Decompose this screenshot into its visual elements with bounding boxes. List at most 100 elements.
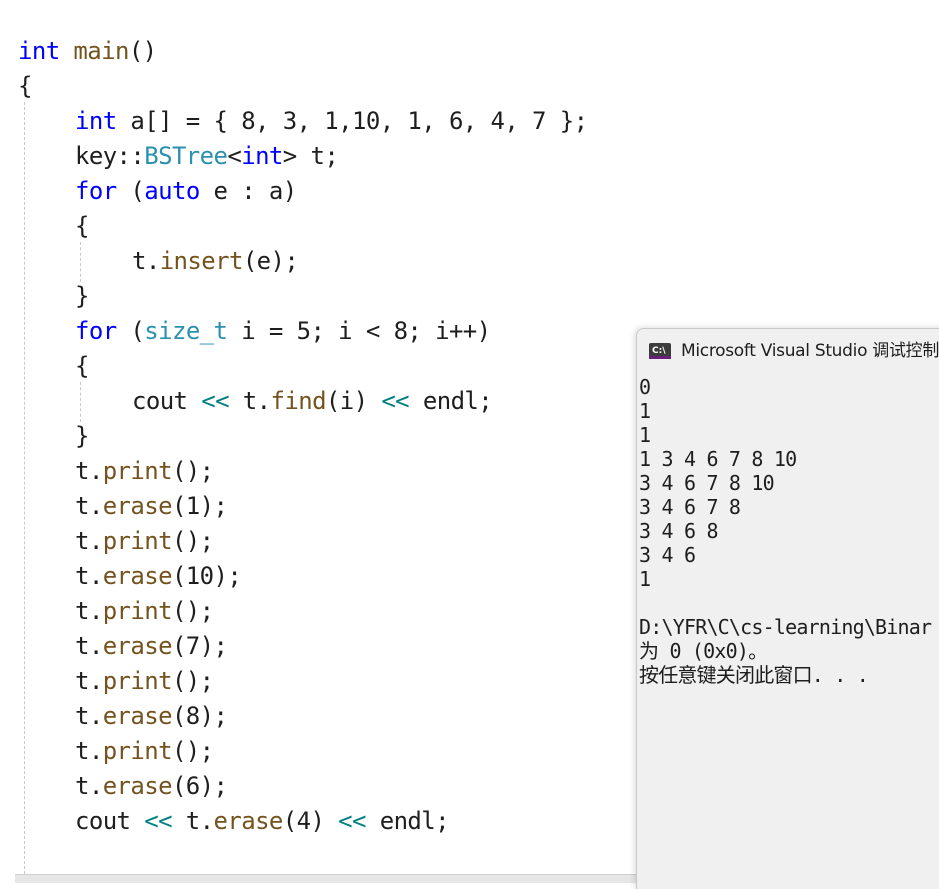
code-token: (1); — [171, 492, 228, 520]
code-token: < — [227, 142, 242, 170]
code-line[interactable]: for (auto e : a) — [75, 174, 297, 209]
code-token: > t; — [282, 142, 339, 170]
code-token: find — [270, 387, 327, 415]
code-token: endl; — [365, 807, 450, 835]
code-token: (i) — [325, 387, 382, 415]
code-token: { — [75, 352, 89, 380]
code-line[interactable]: cout << t.find(i) << endl; — [132, 384, 493, 419]
code-token: int — [75, 107, 117, 135]
code-token: } — [75, 422, 89, 450]
code-token: size_t — [144, 317, 228, 345]
code-line[interactable]: int a[] = { 8, 3, 1,10, 1, 6, 4, 7 }; — [75, 104, 588, 139]
code-token: erase — [102, 562, 173, 590]
code-token: print — [102, 527, 173, 555]
code-token: auto — [144, 177, 200, 205]
code-token: erase — [102, 772, 173, 800]
indent-guide — [80, 242, 81, 282]
code-token: t. — [75, 562, 103, 590]
code-token: t. — [75, 597, 103, 625]
code-token: erase — [102, 702, 173, 730]
code-token: t. — [75, 702, 103, 730]
code-line[interactable]: cout << t.erase(4) << endl; — [75, 804, 450, 839]
code-token: << — [381, 387, 410, 415]
code-token: BSTree — [144, 142, 228, 170]
code-token: t. — [75, 737, 103, 765]
code-token: erase — [102, 632, 173, 660]
console-output-line: 按任意键关闭此窗口. . . — [639, 663, 869, 687]
code-token: (); — [171, 457, 214, 485]
code-token: main — [73, 37, 129, 65]
code-token: (); — [171, 667, 214, 695]
code-token: int — [18, 37, 60, 65]
code-token: int — [241, 142, 283, 170]
code-token: e : a) — [199, 177, 298, 205]
code-token: for — [75, 317, 117, 345]
console-output-line: 3 4 6 7 8 — [639, 495, 741, 519]
code-line[interactable]: t.erase(1); — [75, 489, 228, 524]
code-token: t. — [171, 807, 214, 835]
console-output-line: D:\YFR\C\cs-learning\Binar — [639, 615, 932, 639]
console-app-icon-label: C:\ — [652, 346, 666, 356]
code-token: () — [128, 37, 157, 65]
code-token: cout — [75, 807, 145, 835]
debug-console-window[interactable]: C:\ Microsoft Visual Studio 调试控制 0111 3 … — [636, 328, 939, 889]
code-token: a[] = { 8, 3, 1,10, 1, 6, 4, 7 }; — [116, 107, 588, 135]
code-token: (e); — [242, 247, 299, 275]
code-line[interactable]: t.print(); — [75, 594, 214, 629]
code-line[interactable]: t.erase(6); — [75, 769, 228, 804]
code-token: (10); — [171, 562, 242, 590]
console-output-line: 1 3 4 6 7 8 10 — [639, 447, 797, 471]
code-token: { — [18, 72, 32, 100]
code-token: t. — [228, 387, 271, 415]
code-token: insert — [159, 247, 244, 275]
code-line[interactable]: t.print(); — [75, 664, 214, 699]
code-token: << — [144, 807, 172, 835]
code-token: print — [102, 457, 173, 485]
console-output-line: 1 — [639, 423, 651, 447]
code-token: (6); — [171, 772, 228, 800]
code-token: i = 5; i < 8; i++) — [227, 317, 491, 345]
code-token: t. — [75, 632, 103, 660]
code-line[interactable]: t.print(); — [75, 524, 214, 559]
code-line[interactable]: { — [18, 69, 32, 104]
code-line[interactable]: } — [75, 419, 89, 454]
code-token: t. — [75, 492, 103, 520]
code-line[interactable]: } — [75, 279, 89, 314]
code-line[interactable]: t.print(); — [75, 454, 214, 489]
code-token: (7); — [171, 632, 228, 660]
code-line[interactable]: int main() — [18, 34, 157, 69]
code-token: erase — [213, 807, 284, 835]
code-line[interactable]: t.insert(e); — [132, 244, 299, 279]
console-output-line: 1 — [639, 567, 651, 591]
code-token: t. — [75, 527, 103, 555]
code-line[interactable]: t.erase(10); — [75, 559, 242, 594]
code-token: (); — [171, 527, 214, 555]
code-token: << — [338, 807, 366, 835]
code-line[interactable]: t.erase(7); — [75, 629, 228, 664]
code-token: t. — [132, 247, 160, 275]
code-line[interactable]: key::BSTree<int> t; — [75, 139, 339, 174]
console-output-line: 1 — [639, 399, 651, 423]
code-token: } — [75, 282, 89, 310]
code-line[interactable]: t.print(); — [75, 734, 214, 769]
code-token: (); — [171, 597, 214, 625]
code-token: print — [102, 597, 173, 625]
code-line[interactable]: { — [75, 349, 89, 384]
console-output-line: 3 4 6 7 8 10 — [639, 471, 775, 495]
code-token: (4) — [282, 807, 339, 835]
code-token: for — [75, 177, 117, 205]
console-output-line: 3 4 6 — [639, 543, 696, 567]
indent-guide — [80, 382, 81, 422]
code-token: cout — [132, 387, 202, 415]
console-titlebar[interactable]: C:\ Microsoft Visual Studio 调试控制 — [637, 329, 939, 373]
console-output-line: 0 — [639, 375, 651, 399]
code-line[interactable]: for (size_t i = 5; i < 8; i++) — [75, 314, 491, 349]
code-line[interactable]: { — [75, 209, 89, 244]
code-token: erase — [102, 492, 173, 520]
code-token: key:: — [75, 142, 145, 170]
code-line[interactable]: t.erase(8); — [75, 699, 228, 734]
code-token: { — [75, 212, 89, 240]
code-token: (8); — [171, 702, 228, 730]
code-token: ( — [116, 317, 145, 345]
